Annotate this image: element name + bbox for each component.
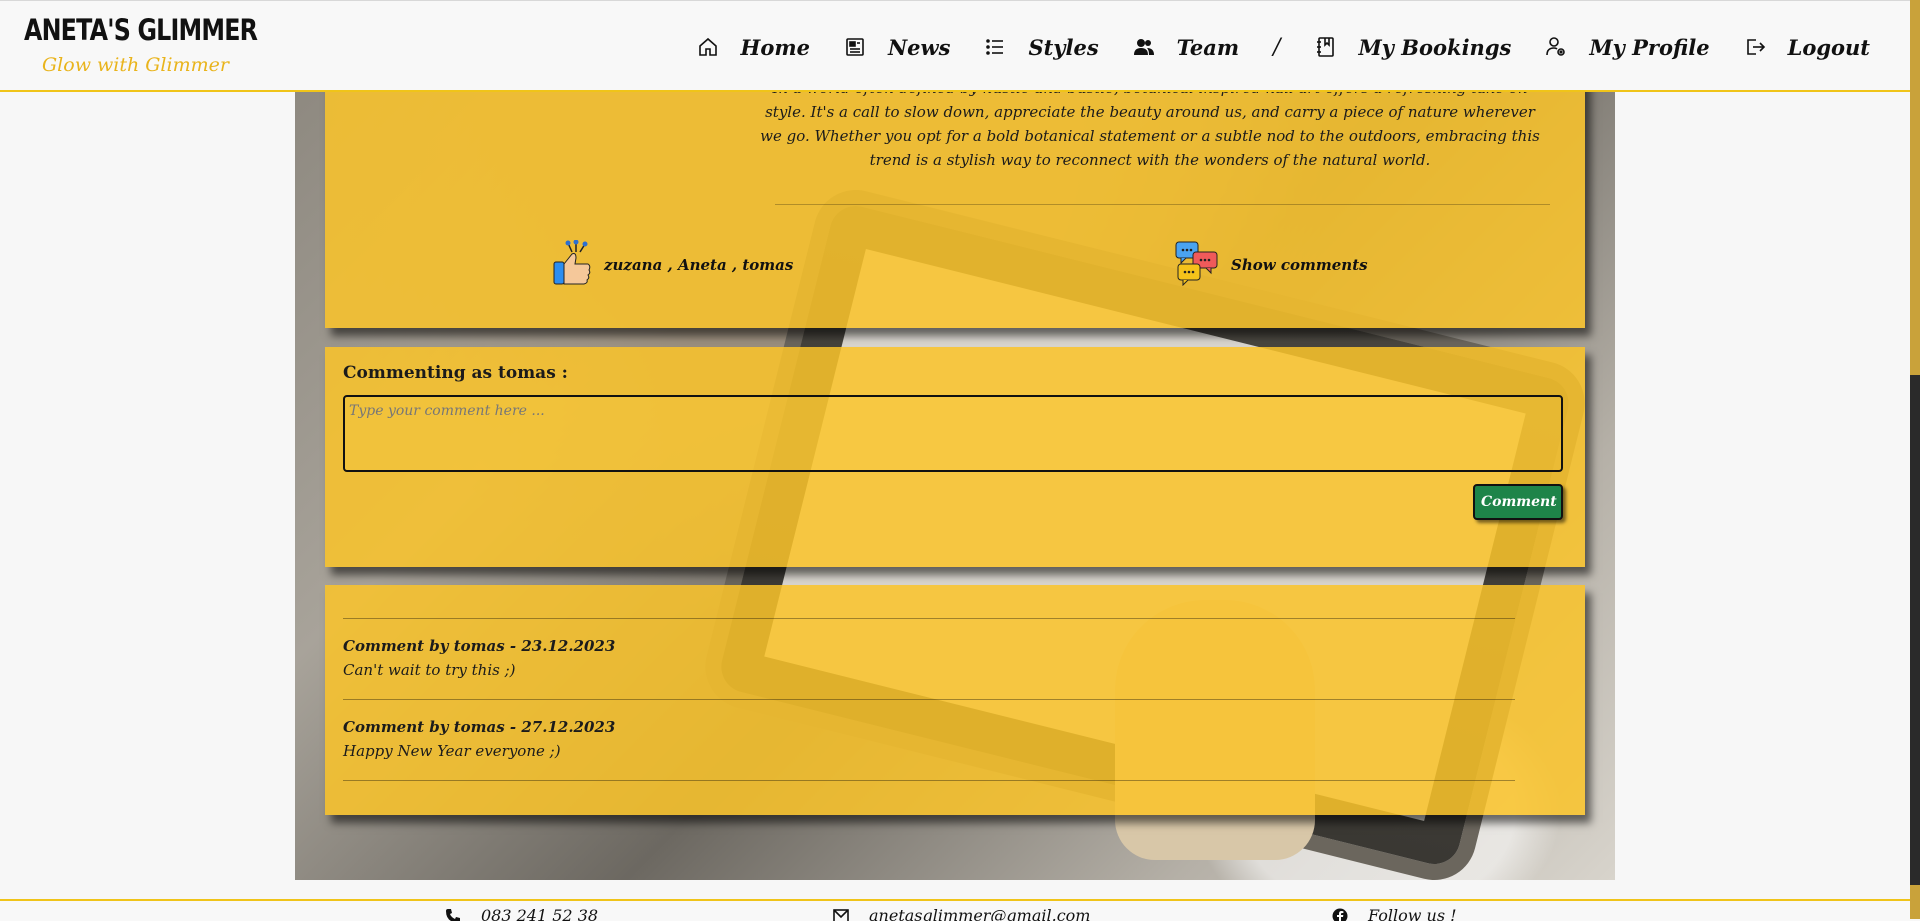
- nav-label: My Profile: [1589, 35, 1709, 60]
- brand-name: ANETA'S GLIMMER: [24, 13, 172, 47]
- user-gear-icon: [1545, 36, 1567, 58]
- navbar: ANETA'S GLIMMER Glow with Glimmer Home N…: [0, 0, 1910, 92]
- nav-label: News: [888, 35, 950, 60]
- nav-label: Home: [741, 35, 810, 60]
- nav-my-profile[interactable]: My Profile: [1545, 35, 1709, 60]
- home-icon: [697, 36, 719, 58]
- comment-body: Can't wait to try this ;): [343, 661, 516, 679]
- nav-home[interactable]: Home: [697, 35, 810, 60]
- comment-body: Happy New Year everyone ;): [343, 742, 561, 760]
- nav-label: Logout: [1788, 35, 1870, 60]
- nav-separator: /: [1273, 35, 1280, 60]
- envelope-icon: [833, 909, 849, 921]
- nav-menu: Home News Styles Team / My Bookings: [663, 27, 1870, 67]
- nav-my-bookings[interactable]: My Bookings: [1315, 35, 1512, 60]
- chat-bubbles-icon: [1175, 240, 1219, 290]
- nav-logout[interactable]: Logout: [1744, 35, 1870, 60]
- newspaper-icon: [844, 36, 866, 58]
- nav-news[interactable]: News: [844, 35, 950, 60]
- commenting-as-label: Commenting as tomas :: [343, 363, 568, 383]
- list-icon: [984, 36, 1006, 58]
- comment-title: Comment by tomas - 27.12.2023: [343, 718, 615, 736]
- likes: zuzana , Aneta , tomas: [552, 240, 793, 290]
- show-comments-label: Show comments: [1231, 256, 1368, 274]
- nav-label: Team: [1177, 35, 1239, 60]
- users-icon: [1133, 36, 1155, 58]
- divider: [343, 699, 1515, 700]
- divider: [775, 204, 1550, 205]
- show-comments-button[interactable]: Show comments: [1175, 240, 1368, 290]
- comment-input[interactable]: [343, 395, 1563, 472]
- comment-title: Comment by tomas - 23.12.2023: [343, 637, 615, 655]
- comment-form-card: Commenting as tomas : Comment: [325, 347, 1585, 567]
- comments-card: Comment by tomas - 23.12.2023 Can't wait…: [325, 585, 1585, 815]
- booklet-icon: [1315, 36, 1337, 58]
- brand-logo[interactable]: ANETA'S GLIMMER Glow with Glimmer: [24, 13, 204, 83]
- footer: 083 241 52 38 anetasglimmer@gmail.com Fo…: [0, 899, 1910, 921]
- brand-tagline: Glow with Glimmer: [42, 53, 229, 77]
- logout-icon: [1744, 36, 1766, 58]
- likes-text: zuzana , Aneta , tomas: [604, 256, 793, 274]
- comment-button[interactable]: Comment: [1473, 484, 1563, 520]
- nav-label: Styles: [1028, 35, 1098, 60]
- nav-label: My Bookings: [1359, 35, 1512, 60]
- divider: [343, 780, 1515, 781]
- divider: [343, 618, 1515, 619]
- nav-team[interactable]: Team: [1133, 35, 1239, 60]
- nav-styles[interactable]: Styles: [984, 35, 1098, 60]
- thumbs-up-icon[interactable]: [552, 240, 592, 290]
- scrollbar-thumb[interactable]: [1910, 375, 1920, 885]
